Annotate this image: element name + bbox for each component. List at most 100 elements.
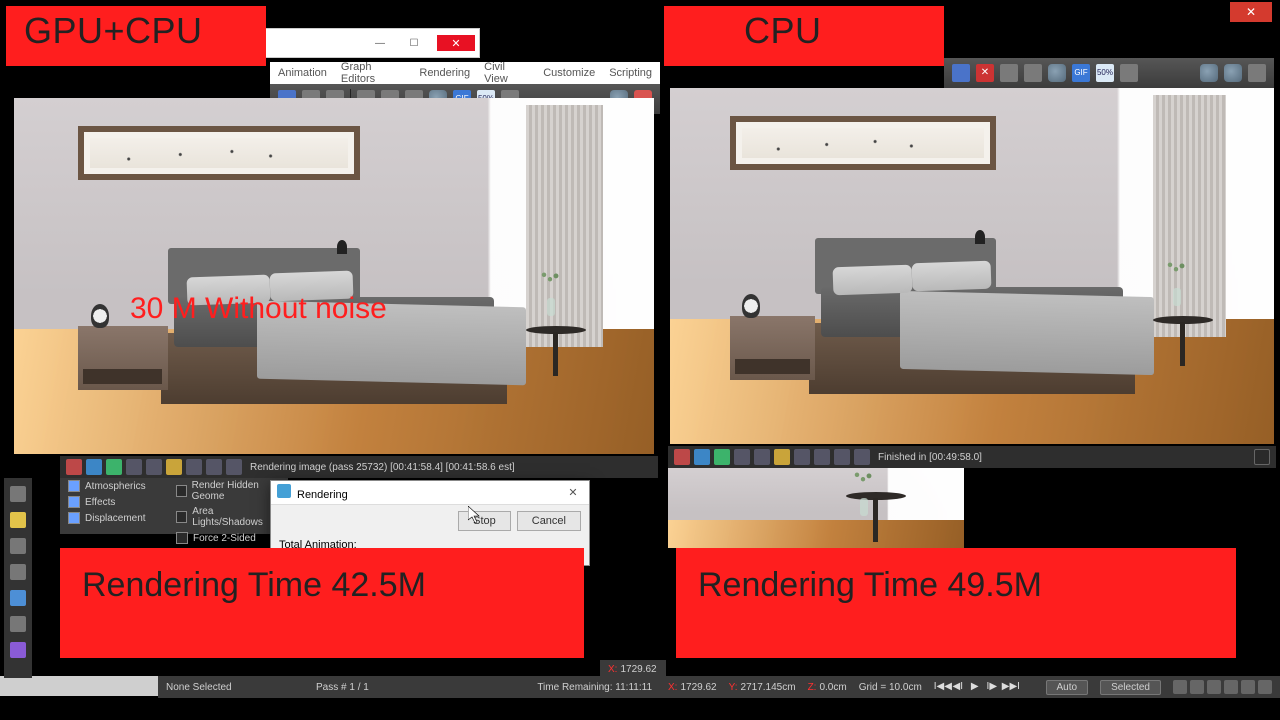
prev-frame-icon: ◀I bbox=[951, 680, 965, 694]
vase bbox=[539, 276, 561, 316]
history-icon[interactable] bbox=[206, 459, 222, 475]
dialog-close-icon[interactable]: ✕ bbox=[563, 484, 583, 502]
clone-icon[interactable] bbox=[754, 449, 770, 465]
teapot-icon[interactable] bbox=[1224, 64, 1242, 82]
tool-rotate-icon[interactable] bbox=[10, 564, 26, 580]
teapot-icon[interactable] bbox=[1200, 64, 1218, 82]
clone-icon[interactable] bbox=[146, 459, 162, 475]
maximize-viewport-icon bbox=[1258, 680, 1272, 694]
channel-rgb-icon[interactable] bbox=[66, 459, 82, 475]
pillow bbox=[911, 261, 990, 292]
gif-icon[interactable]: GIF bbox=[1072, 64, 1090, 82]
channel-mono-icon[interactable] bbox=[106, 459, 122, 475]
menu-item[interactable]: Animation bbox=[278, 67, 327, 79]
render-viewport-left bbox=[14, 98, 654, 454]
app-toolbar-right: ✕ GIF 50% bbox=[944, 58, 1274, 88]
blanket bbox=[900, 291, 1154, 376]
teapot-render-icon[interactable] bbox=[1048, 64, 1066, 82]
region-icon[interactable] bbox=[794, 449, 810, 465]
channel-alpha-icon[interactable] bbox=[694, 449, 710, 465]
material-icon[interactable] bbox=[1120, 64, 1138, 82]
render-time-left: Rendering Time 42.5M bbox=[60, 548, 584, 658]
region-icon[interactable] bbox=[186, 459, 202, 475]
menu-item[interactable]: Civil View bbox=[484, 61, 529, 85]
wall-lamp bbox=[972, 230, 988, 256]
blanket bbox=[257, 301, 526, 386]
nav-icons[interactable] bbox=[1173, 680, 1272, 694]
comparison-canvas: ✕ GPU+CPU Animation Graph Editors Render… bbox=[0, 0, 1280, 720]
nightstand bbox=[730, 316, 815, 380]
tool-shape-icon[interactable] bbox=[10, 642, 26, 658]
menu-item[interactable]: Rendering bbox=[419, 67, 470, 79]
compare-icon[interactable] bbox=[774, 449, 790, 465]
coord-y: Y:2717.145cm bbox=[729, 682, 796, 693]
os-close-button[interactable]: ✕ bbox=[1230, 2, 1272, 22]
goto-end-icon: ▶▶I bbox=[1002, 680, 1016, 694]
alarm-clock bbox=[91, 304, 109, 328]
next-frame-icon: I▶ bbox=[985, 680, 999, 694]
tool-select-icon[interactable] bbox=[10, 486, 26, 502]
mini-preview-1 bbox=[668, 468, 964, 548]
bucket-icon[interactable] bbox=[854, 449, 870, 465]
window-maximize-icon[interactable] bbox=[403, 35, 425, 51]
pass-status: Pass # 1 / 1 Time Remaining: 11:11:11 bbox=[308, 676, 660, 698]
grid-readout: Grid = 10.0cm bbox=[859, 682, 922, 693]
left-tool-column bbox=[4, 478, 32, 678]
field-of-view-icon bbox=[1241, 680, 1255, 694]
side-table bbox=[1153, 316, 1213, 366]
history-icon[interactable] bbox=[1248, 64, 1266, 82]
channel-alpha-icon[interactable] bbox=[86, 459, 102, 475]
tool-light-icon[interactable] bbox=[10, 512, 26, 528]
banner-cpu: CPU bbox=[664, 6, 944, 66]
dialog-title: Rendering bbox=[297, 489, 348, 501]
channel-mono-icon[interactable] bbox=[714, 449, 730, 465]
tool-move-icon[interactable] bbox=[10, 538, 26, 554]
menu-item[interactable]: Customize bbox=[543, 67, 595, 79]
render-time-right: Rendering Time 49.5M bbox=[676, 548, 1236, 658]
app-menubar: Animation Graph Editors Rendering Civil … bbox=[270, 62, 660, 84]
save-image-icon[interactable] bbox=[734, 449, 750, 465]
link-icon[interactable] bbox=[1000, 64, 1018, 82]
tool-scale-icon[interactable] bbox=[10, 590, 26, 606]
app-icon bbox=[277, 484, 291, 498]
lock-icon[interactable] bbox=[834, 449, 850, 465]
alarm-clock bbox=[742, 294, 760, 318]
wall-lamp bbox=[334, 240, 350, 266]
mini-preview-2 bbox=[966, 468, 1276, 548]
lock-icon[interactable] bbox=[226, 459, 242, 475]
cancel-button[interactable]: Cancel bbox=[517, 511, 581, 531]
dialog-titlebar[interactable]: Rendering ✕ bbox=[271, 481, 589, 505]
tool-grid-icon[interactable] bbox=[10, 616, 26, 632]
menu-item[interactable]: Graph Editors bbox=[341, 61, 405, 85]
pillow bbox=[270, 271, 354, 302]
coord-x: X:1729.62 bbox=[668, 682, 717, 693]
zoom-50-icon[interactable]: 50% bbox=[1096, 64, 1114, 82]
selection-mode[interactable]: Selected bbox=[1100, 680, 1161, 695]
render-status-toolbar-right: Finished in [00:49:58.0] bbox=[668, 446, 1276, 468]
zoom-icon bbox=[1207, 680, 1221, 694]
history-icon[interactable] bbox=[814, 449, 830, 465]
maximize-frame-icon[interactable] bbox=[1254, 449, 1270, 465]
coord-x-fragment: X:1729.62 bbox=[600, 660, 666, 678]
save-icon[interactable] bbox=[952, 64, 970, 82]
goto-start-icon: I◀◀ bbox=[934, 680, 948, 694]
statusbar-right: X:1729.62 Y:2717.145cm Z:0.0cm Grid = 10… bbox=[660, 676, 1280, 698]
autokey-button[interactable]: Auto bbox=[1046, 680, 1089, 695]
compare-icon[interactable] bbox=[166, 459, 182, 475]
nightstand bbox=[78, 326, 168, 390]
window-minimize-icon[interactable] bbox=[369, 35, 391, 51]
side-table bbox=[526, 326, 586, 376]
channel-rgb-icon[interactable] bbox=[674, 449, 690, 465]
menu-item[interactable]: Scripting bbox=[609, 67, 652, 79]
snap-icon[interactable] bbox=[1024, 64, 1042, 82]
stop-button[interactable]: Stop bbox=[458, 511, 511, 531]
render-status-text: Rendering image (pass 25732) [00:41:58.4… bbox=[250, 462, 515, 473]
delete-icon[interactable]: ✕ bbox=[976, 64, 994, 82]
vase bbox=[1165, 266, 1187, 306]
window-close-icon[interactable] bbox=[437, 35, 475, 51]
orbit-icon bbox=[1190, 680, 1204, 694]
time-controls[interactable]: I◀◀ ◀I ▶ I▶ ▶▶I bbox=[934, 680, 1016, 694]
render-viewport-right bbox=[670, 88, 1274, 444]
save-image-icon[interactable] bbox=[126, 459, 142, 475]
zoom-extents-icon bbox=[1224, 680, 1238, 694]
